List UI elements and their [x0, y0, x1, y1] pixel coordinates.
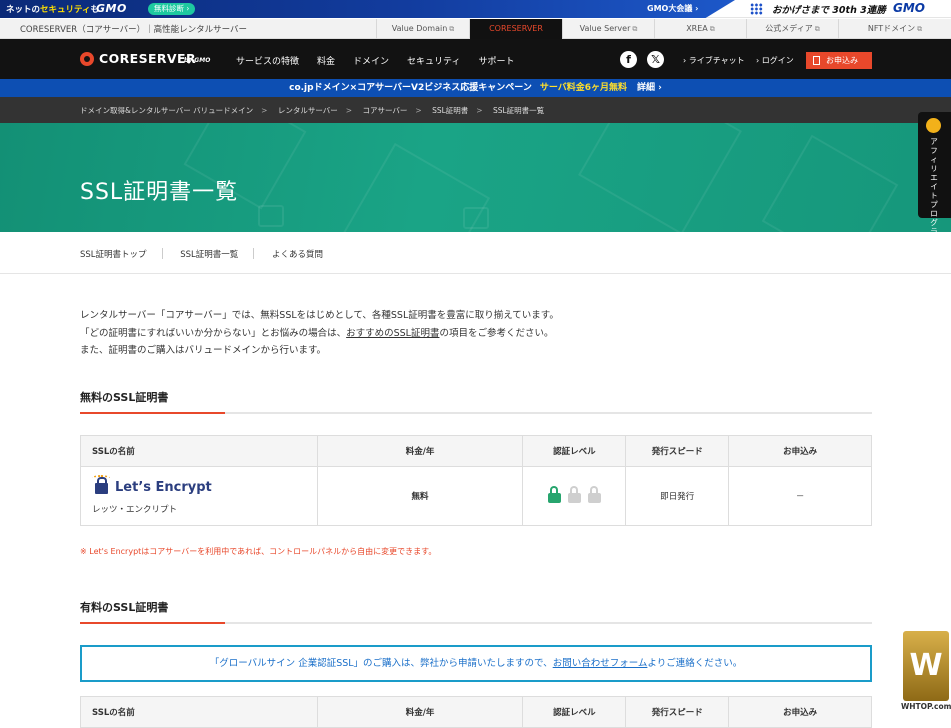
subnav-ssl-top[interactable]: SSL証明書トップ [80, 250, 147, 260]
lock-decoration-icon [258, 205, 284, 227]
auth-level-locks [547, 486, 601, 503]
ssl-subnav: SSL証明書トップ SSL証明書一覧 よくある質問 [0, 232, 951, 274]
padlock-icon [587, 486, 601, 503]
external-link-icon: ⧉ [814, 25, 820, 33]
breadcrumb-current: SSL証明書一覧 [492, 106, 545, 115]
gmo-logo: GMO [96, 2, 127, 15]
campaign-banner[interactable]: co.jpドメイン×コアサーバーV2ビジネス応援キャンペーン サーバ料金6ヶ月無料… [0, 79, 951, 97]
nav-pricing[interactable]: 料金 [317, 54, 335, 67]
breadcrumb-ssl[interactable]: SSL証明書 [432, 106, 468, 115]
campaign-text: co.jpドメイン×コアサーバーV2ビジネス応援キャンペーン [289, 83, 532, 93]
recommended-ssl-link[interactable]: おすすめのSSL証明書 [346, 328, 439, 339]
gmo-meeting-link[interactable]: GMO大会議 › [647, 3, 698, 14]
hex-decoration [761, 134, 899, 232]
price-cell: 無料 [316, 466, 524, 526]
tab-value-server[interactable]: Value Server ⧉ [562, 19, 654, 39]
breadcrumb: ドメイン取得&レンタルサーバー バリュードメイン > レンタルサーバー > コアサー… [0, 97, 951, 123]
free-ssl-note: ※ Let's Encryptはコアサーバーを利用中であれば、コントロールパネル… [80, 547, 437, 556]
hex-decoration [578, 123, 742, 232]
intro-text: レンタルサーバー「コアサーバー」では、無料SSLをはじめとして、各種SSL証明書… [80, 310, 559, 356]
subnav-ssl-list[interactable]: SSL証明書一覧 [180, 250, 238, 260]
padlock-icon [567, 486, 581, 503]
anniversary-text: おかげさまで 30th 3連勝 [772, 5, 886, 16]
apply-button[interactable]: お申込み [806, 52, 872, 69]
section-divider [80, 622, 872, 624]
table-header-row: SSLの名前 料金/年 認証レベル 発行スピード お申込み [80, 435, 872, 467]
gmo-security-banner[interactable]: ネットのセキュリティも GMO 無料診断 › GMO大会議 › [0, 0, 735, 18]
service-tabs: Value Domain ⧉ CORESERVER Value Server ⧉ X… [376, 19, 951, 39]
paid-ssl-table: SSLの名前 料金/年 認証レベル 発行スピード お申込み [80, 696, 872, 728]
globalsign-notice: 「グローバルサイン 企業認証SSL」のご購入は、弊社から申請いたしますので、お問… [80, 645, 872, 682]
external-link-icon: ⧉ [449, 25, 455, 33]
tab-coreserver[interactable]: CORESERVER [469, 19, 562, 39]
col-name: SSLの名前 [80, 435, 318, 467]
coreserver-mark-icon [80, 52, 94, 66]
col-price: 料金/年 [316, 435, 524, 467]
live-chat-link[interactable]: › ライブチャット [683, 55, 745, 66]
free-diagnosis-button[interactable]: 無料診断 › [148, 3, 196, 15]
lock-decoration-icon [463, 207, 489, 229]
col-auth: 認証レベル [522, 696, 627, 728]
page-title: SSL証明書一覧 [80, 180, 239, 205]
breadcrumb-rental-server[interactable]: レンタルサーバー [278, 106, 338, 115]
hero: SSL証明書一覧 [0, 123, 951, 232]
external-link-icon: ⧉ [917, 25, 923, 33]
tab-official-media[interactable]: 公式メディア ⧉ [746, 19, 838, 39]
document-icon [813, 56, 820, 65]
nav-domain[interactable]: ドメイン [353, 54, 389, 67]
nav-features[interactable]: サービスの特徴 [236, 54, 299, 67]
speed-cell: 即日発行 [625, 466, 730, 526]
tab-xrea[interactable]: XREA ⧉ [654, 19, 746, 39]
campaign-details-link[interactable]: 詳細 › [637, 83, 662, 93]
col-speed: 発行スピード [625, 435, 730, 467]
apply-cell: － [728, 466, 872, 526]
whtop-watermark: W WHTOP.com [901, 631, 951, 711]
tab-value-domain[interactable]: Value Domain ⧉ [376, 19, 469, 39]
lock-icon [95, 477, 108, 494]
whtop-text: WHTOP.com [901, 702, 951, 711]
col-speed: 発行スピード [625, 696, 730, 728]
gmo-logo-right: GMO [893, 1, 925, 15]
free-ssl-table: SSLの名前 料金/年 認証レベル 発行スピード お申込み Let’s Encr… [80, 435, 872, 526]
col-price: 料金/年 [316, 696, 524, 728]
ssl-kana: レッツ・エンクリプト [92, 505, 178, 515]
nav-support[interactable]: サポート [479, 54, 515, 67]
col-name: SSLの名前 [80, 696, 318, 728]
breadcrumb-home[interactable]: ドメイン取得&レンタルサーバー バリュードメイン [80, 106, 253, 115]
banner-text: ネットのセキュリティも [6, 5, 100, 15]
auth-level-cell [522, 466, 627, 526]
service-nav: CORESERVER（コアサーバー）｜高性能レンタルサーバー Value Dom… [0, 19, 951, 39]
whtop-badge: W [903, 631, 949, 701]
table-header-row: SSLの名前 料金/年 認証レベル 発行スピード お申込み [80, 696, 872, 728]
subnav-faq[interactable]: よくある質問 [272, 250, 323, 260]
main-header: CORESERVER by GMO サービスの特徴 料金 ドメイン セキュリティ… [0, 39, 951, 79]
col-apply: お申込み [728, 696, 872, 728]
external-link-icon: ⧉ [709, 25, 715, 33]
paid-ssl-heading: 有料のSSL証明書 [80, 601, 169, 614]
col-auth: 認証レベル [522, 435, 627, 467]
service-brand: CORESERVER（コアサーバー）｜高性能レンタルサーバー [20, 25, 248, 35]
contact-form-link[interactable]: お問い合わせフォーム [553, 658, 648, 669]
gmo-top-banner: ネットのセキュリティも GMO 無料診断 › GMO大会議 › おかげさまで 3… [0, 0, 951, 18]
external-link-icon: ⧉ [632, 25, 638, 33]
login-link[interactable]: › ログイン [756, 55, 794, 66]
free-ssl-heading: 無料のSSL証明書 [80, 391, 169, 404]
table-row: Let’s Encrypt レッツ・エンクリプト 無料 即日発行 － [80, 466, 872, 526]
breadcrumb-coreserver[interactable]: コアサーバー [362, 106, 407, 115]
lets-encrypt-logo: Let’s Encrypt [92, 475, 317, 499]
x-icon[interactable]: 𝕏 [647, 51, 664, 68]
dots-icon [750, 3, 763, 15]
section-divider [80, 412, 872, 414]
col-apply: お申込み [728, 435, 872, 467]
affiliate-tab[interactable]: アフィリエイトプログラム開始 › [918, 112, 951, 263]
tab-nft-domain[interactable]: NFTドメイン ⧉ [838, 19, 951, 39]
facebook-icon[interactable]: f [620, 51, 637, 68]
ssl-name-cell: Let’s Encrypt レッツ・エンクリプト [80, 466, 318, 526]
campaign-highlight: サーバ料金6ヶ月無料 [539, 83, 628, 93]
nav-security[interactable]: セキュリティ [407, 54, 460, 67]
padlock-icon [547, 486, 561, 503]
coin-icon [926, 118, 941, 133]
global-nav: サービスの特徴 料金 ドメイン セキュリティ サポート [236, 54, 533, 67]
